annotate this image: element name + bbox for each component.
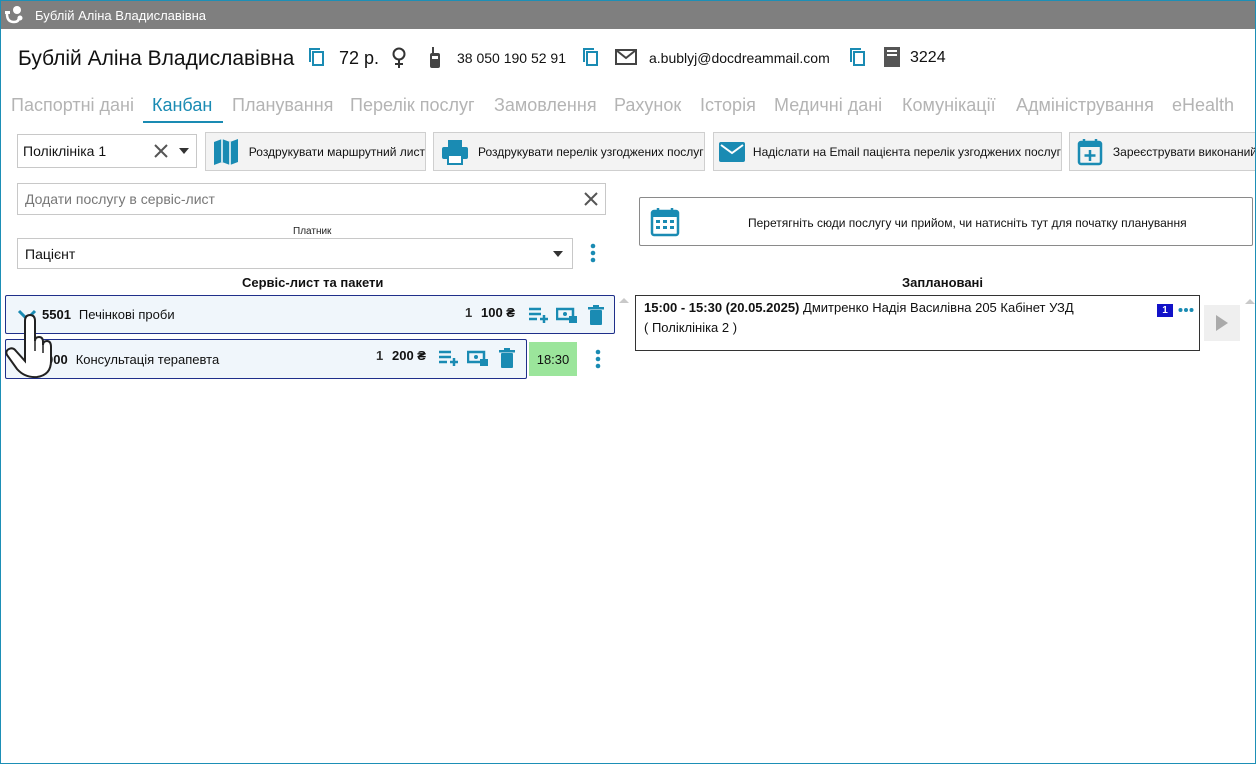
chevron-down-icon[interactable]	[172, 148, 196, 154]
trash-icon[interactable]	[497, 346, 517, 370]
tab-kanban[interactable]: Канбан	[152, 95, 212, 116]
title-bar: Бублій Аліна Владиславівна	[1, 1, 1255, 29]
scroll-up-indicator[interactable]	[619, 298, 629, 303]
tab-bar: Паспортні дані Канбан Планування Перелік…	[1, 91, 1255, 125]
email-icon	[615, 49, 637, 65]
tab-services-list[interactable]: Перелік послуг	[350, 95, 475, 116]
patient-email: a.bublyj@docdreammail.com	[649, 50, 830, 66]
service-name: Печінкові проби	[78, 307, 175, 322]
tab-planning[interactable]: Планування	[232, 95, 333, 116]
clear-icon[interactable]	[150, 144, 172, 158]
copy-icon	[583, 48, 598, 66]
payer-label: Платник	[293, 226, 332, 237]
chevron-down-icon[interactable]	[12, 309, 42, 321]
service-name: Консультація терапевта	[75, 351, 220, 367]
email-services-button[interactable]: Надіслати на Email пацієнта перелік узго…	[713, 132, 1062, 171]
play-button[interactable]	[1204, 305, 1240, 341]
print-services-label: Роздрукувати перелік узгоджених послуг	[478, 144, 704, 159]
service-qty: 1	[465, 305, 473, 320]
planned-title: Заплановані	[902, 275, 984, 290]
payer-more-menu-icon[interactable]	[585, 242, 601, 264]
more-horizontal-icon[interactable]	[1178, 304, 1194, 319]
planning-hint: Перетягніть сюди послугу чи прийом, чи н…	[748, 216, 1187, 230]
tab-administration[interactable]: Адміністрування	[1016, 95, 1154, 116]
service-qty: 1	[376, 348, 384, 363]
email-services-label: Надіслати на Email пацієнта перелік узго…	[752, 144, 1061, 159]
chevron-down-icon[interactable]	[544, 250, 572, 257]
phone-icon	[428, 47, 442, 69]
app-window: Бублій Аліна Владиславівна Бублій Аліна …	[0, 0, 1256, 764]
service-code: 5501	[42, 307, 71, 322]
patient-phone: 38 050 190 52 91	[457, 50, 566, 66]
register-done-label: Зареєструвати виконаний	[1112, 144, 1256, 159]
print-services-button[interactable]: Роздрукувати перелік узгоджених послуг	[433, 132, 705, 171]
service-row[interactable]: 5501 Печінкові проби 1 100 ₴	[5, 295, 615, 334]
service-time-badge[interactable]: 18:30	[529, 342, 577, 376]
appointment-card[interactable]: 15:00 - 15:30 (20.05.2025) Дмитренко Над…	[635, 295, 1200, 351]
payment-lock-icon[interactable]	[556, 304, 578, 326]
patient-card-number: 3224	[910, 49, 946, 66]
envelope-icon	[718, 135, 747, 169]
appointment-time: 15:00 - 15:30 (20.05.2025)	[644, 300, 800, 315]
payer-select[interactable]: Пацієнт	[17, 238, 573, 269]
payer-select-value: Пацієнт	[25, 245, 76, 262]
clear-search-icon[interactable]	[577, 192, 605, 206]
tab-communications[interactable]: Комунікації	[902, 95, 996, 116]
tab-passport[interactable]: Паспортні дані	[11, 95, 134, 116]
service-price: 100 ₴	[481, 305, 515, 320]
add-to-list-icon[interactable]	[438, 347, 460, 369]
window-title: Бублій Аліна Владиславівна	[35, 7, 207, 23]
tab-ehealth[interactable]: eHealth	[1172, 95, 1234, 116]
add-service-search[interactable]	[17, 183, 606, 215]
service-code: 000	[46, 351, 68, 367]
copy-phone-button[interactable]	[581, 47, 601, 67]
tab-medical-data[interactable]: Медичні дані	[774, 95, 882, 116]
calendar-add-icon	[1074, 135, 1107, 169]
tab-orders[interactable]: Замовлення	[494, 95, 597, 116]
clinic-select-value: Поліклініка 1	[23, 143, 107, 159]
service-more-menu-icon[interactable]	[591, 347, 605, 371]
payment-lock-icon[interactable]	[467, 347, 489, 369]
trash-icon[interactable]	[586, 303, 606, 327]
copy-icon	[309, 48, 324, 66]
female-icon	[390, 47, 408, 69]
medical-card-icon	[883, 46, 901, 68]
calendar-icon	[650, 207, 680, 240]
active-tab-indicator	[143, 121, 223, 123]
copy-icon	[850, 48, 865, 66]
add-to-list-icon[interactable]	[528, 304, 550, 326]
play-icon	[1216, 315, 1228, 331]
appointment-clinic: ( Поліклініка 2 )	[644, 320, 738, 335]
service-list-title: Сервіс-лист та пакети	[242, 275, 384, 290]
scroll-up-indicator[interactable]	[1245, 299, 1255, 304]
patient-age: 72 р.	[339, 48, 380, 68]
tab-invoice[interactable]: Рахунок	[614, 95, 681, 116]
print-route-label: Роздрукувати маршрутний лист	[248, 144, 425, 159]
print-route-button[interactable]: Роздрукувати маршрутний лист	[205, 132, 426, 171]
printer-icon	[438, 135, 472, 169]
clinic-select[interactable]: Поліклініка 1	[17, 134, 197, 168]
service-row[interactable]: 000 Консультація терапевта 1 200 ₴	[5, 339, 527, 379]
copy-email-button[interactable]	[848, 47, 868, 67]
tab-history[interactable]: Історія	[700, 95, 756, 116]
planning-drop-zone[interactable]: Перетягніть сюди послугу чи прийом, чи н…	[639, 197, 1253, 246]
app-logo-icon	[1, 1, 29, 29]
appointment-details: Дмитренко Надія Василівна 205 Кабінет УЗ…	[803, 300, 1074, 315]
register-done-button[interactable]: Зареєструвати виконаний	[1069, 132, 1256, 171]
add-service-input[interactable]	[25, 191, 577, 207]
appointment-count-badge: 1	[1157, 304, 1173, 317]
patient-name: Бублій Аліна Владиславівна	[18, 47, 295, 70]
service-price: 200 ₴	[392, 348, 426, 363]
copy-name-button[interactable]	[307, 47, 327, 67]
map-icon	[210, 135, 243, 169]
